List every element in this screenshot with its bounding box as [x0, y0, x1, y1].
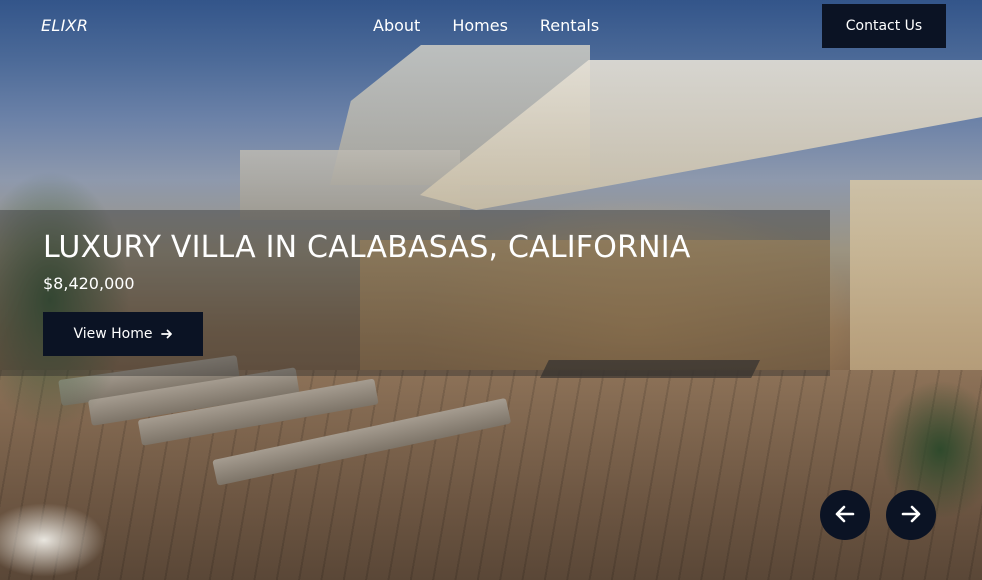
- view-home-label: View Home: [73, 326, 153, 342]
- property-title: LUXURY VILLA IN CALABASAS, CALIFORNIA: [43, 230, 691, 265]
- property-price: $8,420,000: [43, 274, 135, 293]
- arrow-right-icon: [899, 502, 923, 529]
- nav-item-about[interactable]: About: [373, 16, 420, 35]
- view-home-button[interactable]: View Home: [43, 312, 203, 356]
- nav-item-rentals[interactable]: Rentals: [540, 16, 599, 35]
- arrow-right-icon: [160, 328, 173, 340]
- main-nav: About Homes Rentals: [373, 16, 631, 35]
- contact-us-button[interactable]: Contact Us: [822, 4, 946, 48]
- carousel-prev-button[interactable]: [820, 490, 870, 540]
- arrow-left-icon: [833, 502, 857, 529]
- white-stones: [0, 500, 110, 580]
- carousel-next-button[interactable]: [886, 490, 936, 540]
- nav-item-homes[interactable]: Homes: [452, 16, 508, 35]
- hero-section: ELIXR About Homes Rentals Contact Us LUX…: [0, 0, 982, 580]
- logo[interactable]: ELIXR: [41, 16, 88, 35]
